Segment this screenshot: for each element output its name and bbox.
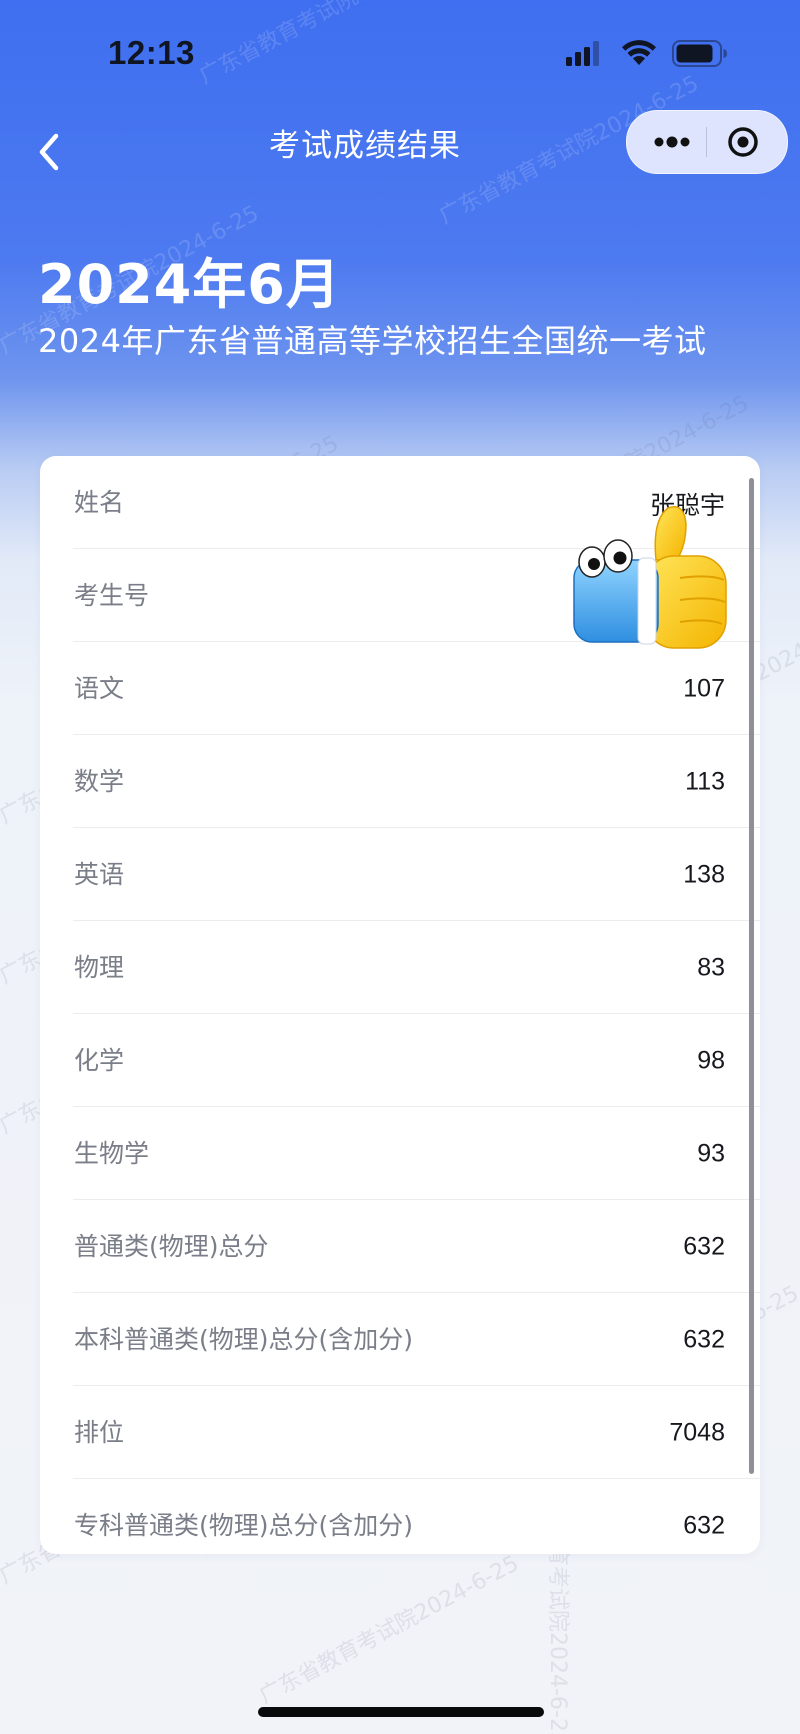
row-label: 排位 bbox=[74, 1417, 125, 1447]
score-row-chemistry: 化学 98 bbox=[40, 1014, 760, 1107]
row-value: 83 bbox=[697, 953, 725, 981]
thumbs-up-sticker bbox=[560, 500, 740, 660]
score-row-total: 普通类(物理)总分 632 bbox=[40, 1200, 760, 1293]
battery-icon bbox=[672, 40, 728, 67]
score-row-physics: 物理 83 bbox=[40, 921, 760, 1014]
row-value: 632 bbox=[683, 1511, 725, 1539]
target-circle-icon[interactable] bbox=[713, 111, 775, 173]
mini-program-capsule bbox=[626, 110, 788, 174]
row-label: 普通类(物理)总分 bbox=[74, 1231, 269, 1261]
status-time: 12:13 bbox=[108, 34, 195, 71]
cellular-signal-icon bbox=[566, 40, 602, 66]
row-value: 138 bbox=[683, 860, 725, 888]
row-value: 107 bbox=[683, 674, 725, 702]
row-label: 语文 bbox=[74, 673, 125, 703]
row-value: 7048 bbox=[669, 1418, 725, 1446]
status-bar: 12:13 bbox=[0, 0, 800, 100]
nav-bar: 考试成绩结果 bbox=[0, 110, 800, 180]
capsule-divider bbox=[706, 127, 707, 157]
scrollbar[interactable] bbox=[749, 478, 754, 1474]
home-indicator[interactable] bbox=[258, 1707, 544, 1717]
row-label: 数学 bbox=[74, 766, 125, 796]
row-label: 专科普通类(物理)总分(含加分) bbox=[74, 1510, 414, 1540]
watermark-text: 广东省教育考试院2024-6-25 bbox=[255, 1551, 523, 1710]
row-label: 本科普通类(物理)总分(含加分) bbox=[74, 1324, 414, 1354]
row-value: 98 bbox=[697, 1046, 725, 1074]
score-row-undergrad-total: 本科普通类(物理)总分(含加分) 632 bbox=[40, 1293, 760, 1386]
score-row-vocational-total: 专科普通类(物理)总分(含加分) 632 bbox=[40, 1479, 760, 1554]
row-value: 93 bbox=[697, 1139, 725, 1167]
row-value: 632 bbox=[683, 1232, 725, 1260]
score-row-rank: 排位 7048 bbox=[40, 1386, 760, 1479]
score-row-math: 数学 113 bbox=[40, 735, 760, 828]
page-title: 考试成绩结果 bbox=[269, 128, 461, 164]
row-value: 632 bbox=[683, 1325, 725, 1353]
row-label: 化学 bbox=[74, 1045, 125, 1075]
exam-date: 2024年6月 bbox=[38, 253, 341, 316]
more-dots-icon[interactable] bbox=[641, 111, 701, 173]
row-label: 英语 bbox=[74, 859, 125, 889]
score-row-english: 英语 138 bbox=[40, 828, 760, 921]
row-value: 113 bbox=[685, 767, 725, 795]
row-label: 物理 bbox=[74, 952, 125, 982]
row-label: 考生号 bbox=[74, 580, 150, 610]
row-label: 生物学 bbox=[74, 1138, 150, 1168]
exam-name: 2024年广东省普通高等学校招生全国统一考试 bbox=[38, 322, 707, 360]
score-row-biology: 生物学 93 bbox=[40, 1107, 760, 1200]
row-label: 姓名 bbox=[74, 488, 125, 517]
wifi-icon bbox=[620, 38, 658, 66]
